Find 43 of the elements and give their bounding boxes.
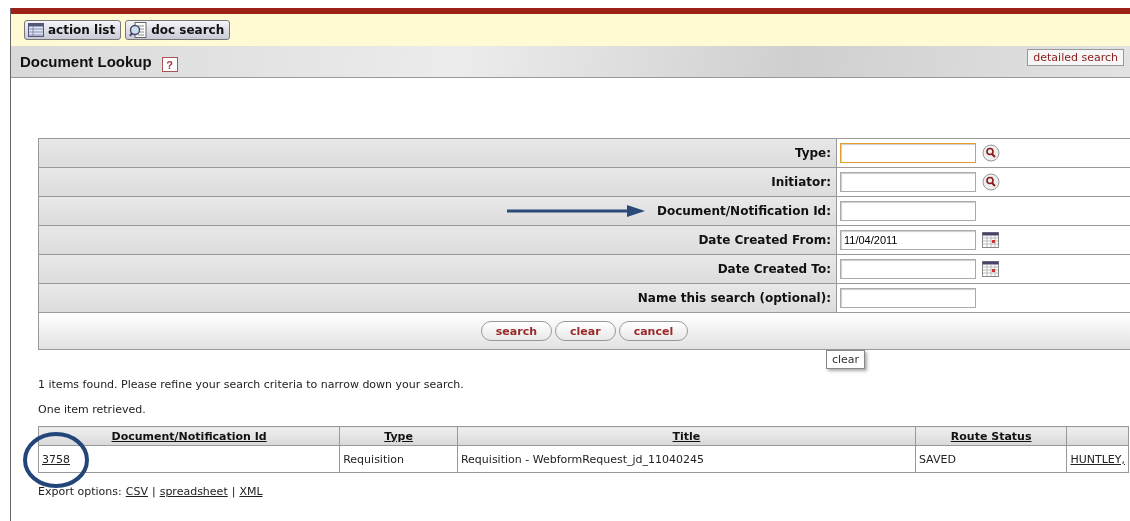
column-header[interactable]: Document/Notification Id <box>38 426 340 446</box>
field-label: Date Created From: <box>39 226 837 254</box>
toolbar-button[interactable]: action list <box>24 20 122 40</box>
input-field[interactable] <box>840 172 976 192</box>
input-field[interactable] <box>840 201 976 221</box>
separator: | <box>151 485 156 498</box>
table-cell: Requisition <box>343 452 404 466</box>
calendar-icon[interactable] <box>982 232 999 248</box>
field-label: Date Created To: <box>39 255 837 283</box>
status-message: One item retrieved. <box>38 402 147 418</box>
form-button[interactable]: cancel <box>618 321 689 341</box>
form-button[interactable]: clear <box>555 321 616 341</box>
result-link[interactable]: 3758 <box>42 452 70 466</box>
column-header[interactable]: Title <box>457 426 916 446</box>
status-message: 1 items found. Please refine your search criteria to narrow down your search. <box>38 377 465 393</box>
table-cell: SAVED <box>918 452 956 466</box>
column-header[interactable]: Type <box>339 426 458 446</box>
column-header[interactable]: Route Status <box>915 426 1067 446</box>
export-link[interactable]: XML <box>239 485 263 498</box>
input-field[interactable] <box>840 259 976 279</box>
field-label: Type: <box>39 139 837 167</box>
toolbar-button[interactable]: doc search <box>125 20 231 40</box>
separator: | <box>231 485 236 498</box>
input-field[interactable] <box>840 288 976 308</box>
calendar-icon[interactable] <box>982 261 999 277</box>
table-icon <box>28 23 44 37</box>
help-button[interactable]: ? <box>161 57 178 72</box>
field-label: Name this search (optional): <box>39 284 837 312</box>
export-link[interactable]: spreadsheet <box>159 485 228 498</box>
page-title: Document Lookup <box>20 53 152 70</box>
field-label: Document/Notification Id: <box>39 197 837 225</box>
export-link[interactable]: CSV <box>125 485 148 498</box>
export-label: Export options: <box>38 485 122 498</box>
input-field[interactable] <box>840 143 976 163</box>
magnifier-icon[interactable] <box>982 144 1000 162</box>
input-field[interactable]: 11/04/2011 <box>840 230 976 250</box>
field-label: Initiator: <box>39 168 837 196</box>
form-button[interactable]: search <box>480 321 553 341</box>
magnifier-icon[interactable] <box>982 173 1000 191</box>
tooltip: clear <box>826 350 866 369</box>
document-magnifier-icon <box>129 22 148 38</box>
detailed-search-button[interactable]: detailed search <box>1027 49 1124 66</box>
table-cell: Requisition - WebformRequest_jd_11040245 <box>460 452 705 466</box>
